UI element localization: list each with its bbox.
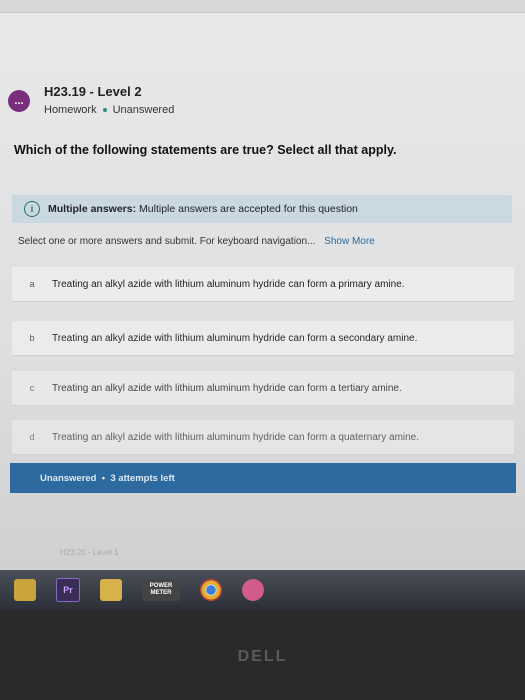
app-pink-icon[interactable] xyxy=(242,579,264,601)
screen: ... H23.19 - Level 2 Homework Unanswered… xyxy=(0,0,525,570)
info-icon: i xyxy=(24,201,40,217)
choice-text: Treating an alkyl azide with lithium alu… xyxy=(52,332,418,344)
show-more-link[interactable]: Show More xyxy=(324,236,375,247)
info-box: i Multiple answers: Multiple answers are… xyxy=(12,195,512,223)
info-text: Multiple answers are accepted for this q… xyxy=(139,203,358,215)
choice-b[interactable]: b Treating an alkyl azide with lithium a… xyxy=(12,321,514,356)
choice-text: Treating an alkyl azide with lithium alu… xyxy=(52,382,402,394)
top-bar xyxy=(0,0,525,13)
answer-status: Unanswered xyxy=(40,472,97,484)
question-type: Homework xyxy=(44,104,97,116)
question-status: Unanswered xyxy=(112,104,175,116)
info-label: Multiple answers: xyxy=(48,203,137,215)
chrome-icon[interactable] xyxy=(200,579,222,601)
instructions: Select one or more answers and submit. F… xyxy=(18,236,375,247)
page-title: H23.19 - Level 2 xyxy=(44,84,142,99)
submission-status-bar: Unanswered • 3 attempts left xyxy=(10,463,516,493)
question-meta: Homework Unanswered xyxy=(44,104,174,116)
folder-icon[interactable] xyxy=(100,579,122,601)
attempts-left: 3 attempts left xyxy=(110,472,175,484)
app-icon[interactable]: POWER METER xyxy=(142,579,180,601)
choice-d[interactable]: d Treating an alkyl azide with lithium a… xyxy=(12,420,514,455)
choice-c[interactable]: c Treating an alkyl azide with lithium a… xyxy=(12,371,514,406)
choice-letter: c xyxy=(29,383,35,393)
question-prompt: Which of the following statements are tr… xyxy=(14,143,397,157)
lock-icon[interactable] xyxy=(14,579,36,601)
choice-text: Treating an alkyl azide with lithium alu… xyxy=(52,278,405,290)
choice-letter: a xyxy=(29,279,35,289)
avatar[interactable]: ... xyxy=(8,90,30,112)
choice-text: Treating an alkyl azide with lithium alu… xyxy=(52,431,420,443)
instructions-text: Select one or more answers and submit. F… xyxy=(18,236,316,247)
choice-letter: d xyxy=(29,432,35,442)
separator-dot-icon xyxy=(102,108,107,112)
premiere-icon[interactable]: Pr xyxy=(56,578,80,602)
taskbar: Pr POWER METER xyxy=(0,570,525,610)
next-question-label[interactable]: H23.20 - Level 1 xyxy=(60,548,119,557)
choice-letter: b xyxy=(29,333,35,343)
brand-logo: DELL xyxy=(237,648,288,665)
choice-a[interactable]: a Treating an alkyl azide with lithium a… xyxy=(12,267,514,302)
